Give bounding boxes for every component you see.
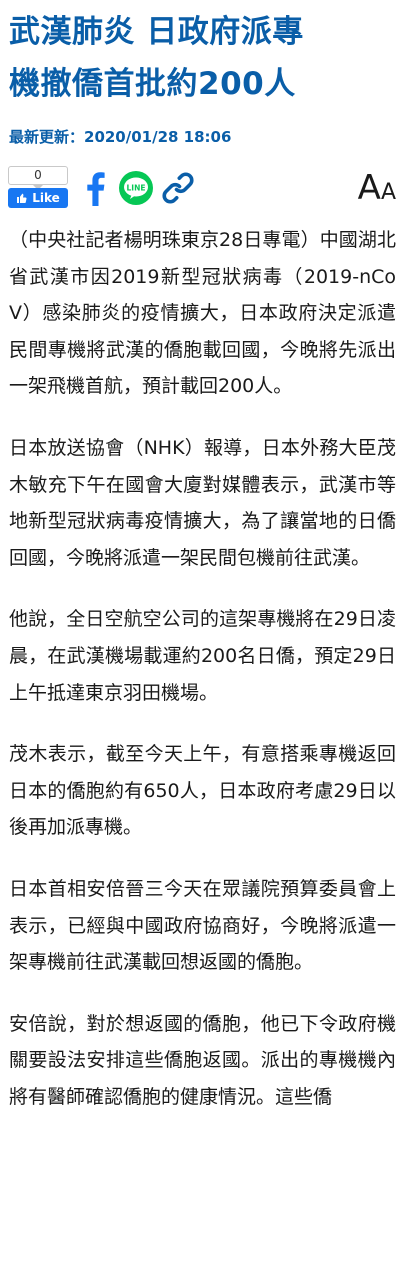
facebook-like-widget[interactable]: 0 Like: [8, 166, 68, 208]
article-paragraph: 日本放送協會（NHK）報導，日本外務大臣茂木敏充下午在國會大廈對媒體表示，武漢市…: [9, 436, 396, 569]
facebook-share-icon[interactable]: [78, 170, 114, 206]
facebook-like-count: 0: [8, 166, 68, 190]
headline: 武漢肺炎 日政府派專 機撤僑首批約200人: [0, 0, 404, 110]
font-size-small-letter: A: [380, 180, 396, 205]
headline-line-1: 武漢肺炎 日政府派專: [9, 14, 304, 50]
font-size-large-letter: A: [357, 168, 381, 208]
font-size-toggle[interactable]: AA: [358, 168, 396, 208]
article-paragraph: 茂木表示，截至今天上午，有意搭乘專機返回日本的僑胞約有650人，日本政府考慮29…: [9, 743, 396, 839]
article-paragraph: 他說，全日空航空公司的這架專機將在29日凌晨，在武漢機場載運約200名日僑，預定…: [9, 608, 396, 704]
copy-link-icon[interactable]: [160, 170, 196, 206]
facebook-like-button[interactable]: Like: [8, 188, 68, 208]
article-body: （中央社記者楊明珠東京28日專電）中國湖北省武漢市因2019新型冠狀病毒（201…: [0, 222, 404, 1115]
line-icon-label: LINE: [127, 184, 146, 193]
facebook-like-label: Like: [32, 191, 60, 205]
article-paragraph: （中央社記者楊明珠東京28日專電）中國湖北省武漢市因2019新型冠狀病毒（201…: [9, 229, 396, 398]
article-page: 武漢肺炎 日政府派專 機撤僑首批約200人 最新更新：2020/01/28 18…: [0, 0, 404, 1280]
article-paragraph: 安倍說，對於想返國的僑胞，他已下令政府機關要設法安排這些僑胞返國。派出的專機機內…: [9, 1012, 396, 1108]
thumbs-up-icon: [17, 193, 27, 203]
line-share-icon[interactable]: LINE: [118, 170, 154, 206]
headline-line-2: 機撤僑首批約200人: [9, 66, 296, 102]
article-paragraph: 日本首相安倍晉三今天在眾議院預算委員會上表示，已經與中國政府協商好，今晚將派遣一…: [9, 877, 396, 974]
share-toolbar: 0 Like LINE AA: [0, 162, 404, 222]
last-updated-timestamp: 最新更新：2020/01/28 18:06: [9, 128, 232, 146]
